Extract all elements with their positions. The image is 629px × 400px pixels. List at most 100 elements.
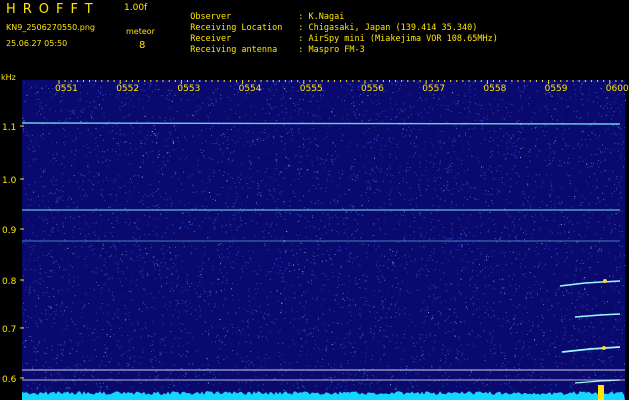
noise-speck — [522, 202, 524, 204]
noise-speck — [503, 154, 505, 156]
noise-speck — [167, 89, 169, 91]
noise-speck — [347, 83, 349, 84]
noise-speck — [187, 363, 189, 365]
noise-speck — [623, 285, 625, 287]
noise-speck — [348, 189, 350, 191]
noise-speck — [121, 101, 123, 103]
noise-speck — [186, 350, 187, 352]
noise-speck — [550, 308, 552, 310]
noise-speck — [556, 253, 558, 255]
noise-speck — [419, 212, 421, 214]
noise-speck — [162, 254, 164, 256]
noise-speck — [294, 269, 295, 271]
noise-speck — [442, 385, 444, 387]
noise-speck — [124, 185, 125, 187]
noise-speck — [557, 93, 559, 95]
noise-speck — [582, 94, 584, 96]
noise-speck — [145, 152, 147, 153]
noise-speck — [347, 291, 349, 293]
noise-speck — [514, 157, 516, 159]
noise-speck — [309, 225, 311, 227]
noise-speck — [187, 211, 189, 213]
noise-speck — [170, 302, 172, 304]
noise-speck — [551, 304, 553, 306]
noise-speck — [609, 223, 610, 225]
noise-speck — [305, 302, 307, 304]
noise-speck — [187, 115, 189, 117]
noise-speck — [309, 141, 311, 143]
noise-speck — [96, 145, 98, 147]
noise-speck — [23, 275, 25, 277]
noise-speck — [351, 103, 353, 105]
noise-speck — [58, 290, 60, 292]
noise-speck — [448, 241, 450, 243]
noise-speck — [612, 114, 614, 116]
noise-speck — [290, 285, 292, 287]
noise-speck — [242, 271, 244, 273]
noise-speck — [233, 238, 235, 240]
noise-speck — [306, 319, 308, 321]
noise-speck — [330, 377, 332, 379]
noise-speck — [130, 178, 131, 180]
noise-speck — [259, 213, 261, 215]
noise-speck — [580, 171, 582, 173]
noise-speck — [560, 202, 562, 204]
noise-speck — [285, 102, 287, 104]
noise-speck — [298, 173, 300, 175]
noise-speck — [520, 148, 522, 149]
noise-speck — [197, 119, 199, 121]
noise-speck — [340, 386, 342, 388]
noise-speck — [346, 333, 348, 335]
noise-speck — [594, 81, 596, 83]
noise-speck — [236, 192, 238, 194]
noise-speck — [124, 116, 126, 118]
noise-speck — [445, 372, 447, 374]
noise-speck — [575, 268, 577, 270]
noise-speck — [396, 158, 398, 159]
noise-speck — [114, 327, 116, 329]
noise-speck — [563, 294, 565, 296]
noise-speck — [65, 328, 67, 330]
noise-speck — [267, 249, 269, 251]
noise-speck — [451, 201, 453, 203]
noise-speck — [150, 244, 152, 246]
noise-speck — [227, 136, 229, 138]
noise-speck — [45, 309, 47, 311]
noise-speck — [105, 365, 107, 367]
noise-speck — [165, 117, 167, 119]
noise-speck — [186, 281, 188, 283]
noise-speck — [78, 228, 80, 230]
noise-speck — [401, 133, 403, 134]
noise-speck — [166, 335, 168, 337]
noise-speck — [456, 349, 458, 351]
noise-speck — [107, 165, 108, 167]
noise-speck — [162, 173, 164, 175]
noise-speck — [79, 378, 81, 379]
noise-speck — [275, 106, 277, 108]
noise-speck — [476, 309, 478, 311]
noise-speck — [389, 137, 390, 139]
noise-speck — [607, 148, 609, 150]
noise-speck — [98, 237, 100, 239]
noise-speck — [32, 232, 34, 234]
noise-speck — [387, 290, 389, 292]
noise-speck — [405, 169, 407, 171]
noise-speck — [447, 152, 449, 154]
noise-speck — [65, 382, 67, 384]
noise-speck — [531, 297, 533, 299]
noise-speck — [383, 329, 385, 331]
noise-speck — [252, 297, 254, 299]
noise-speck — [483, 193, 485, 195]
noise-speck — [129, 258, 131, 260]
noise-speck — [575, 116, 577, 118]
noise-speck — [118, 143, 119, 145]
noise-speck — [249, 141, 251, 143]
noise-speck — [587, 99, 589, 101]
noise-speck — [199, 296, 201, 298]
noise-speck — [330, 249, 332, 250]
noise-speck — [101, 360, 103, 362]
noise-speck — [370, 187, 372, 189]
noise-speck — [145, 139, 147, 140]
noise-speck — [266, 296, 268, 298]
noise-speck — [212, 266, 214, 268]
